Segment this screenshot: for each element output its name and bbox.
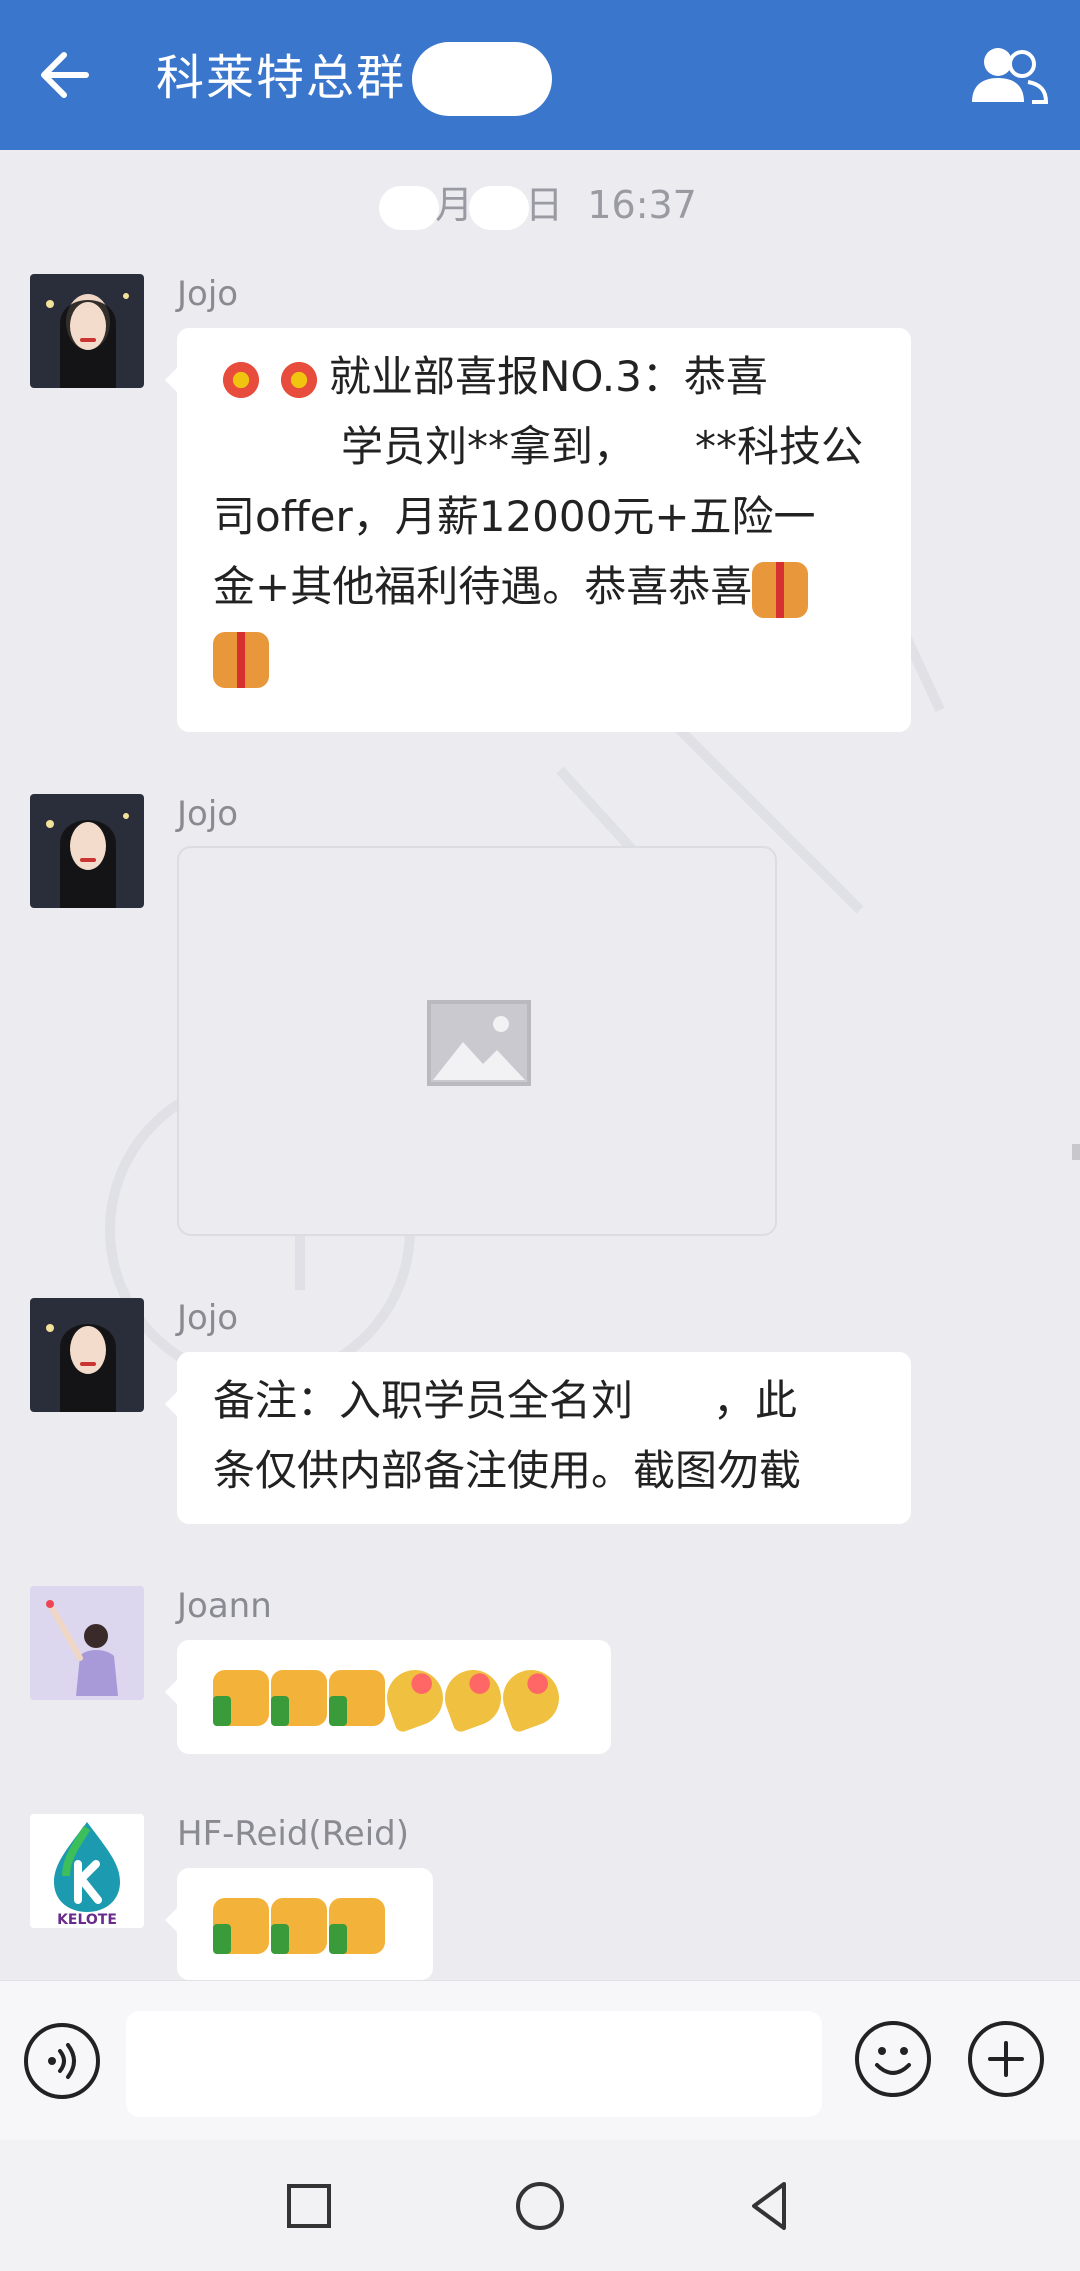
- message-input[interactable]: [126, 2011, 822, 2117]
- month-label: 月: [435, 183, 474, 227]
- firework-emoji: [271, 351, 327, 408]
- sender-name: Jojo: [177, 1298, 239, 1338]
- chat-header: 科莱特总群: [0, 0, 1080, 150]
- message-bubble[interactable]: [165, 1640, 611, 1754]
- gift-emoji: [752, 561, 809, 618]
- avatar[interactable]: [30, 1586, 144, 1700]
- thumbs-up-emoji: [329, 1669, 385, 1726]
- day-label: 日: [525, 183, 564, 227]
- redaction-blob: [469, 185, 530, 230]
- gift-emoji: [213, 631, 269, 688]
- smiley-icon[interactable]: [853, 2019, 933, 2099]
- thumbs-up-emoji: [213, 1669, 269, 1726]
- sender-name: HF-Reid(Reid): [177, 1814, 410, 1854]
- message-text: **科技公: [695, 422, 864, 471]
- sender-name: Joann: [177, 1586, 272, 1626]
- image-placeholder-icon: [427, 1000, 531, 1086]
- firework-emoji: [213, 351, 269, 408]
- square-icon[interactable]: [279, 2176, 339, 2236]
- party-popper-emoji: [437, 1661, 509, 1734]
- message-text: 学员刘**拿到，: [341, 422, 636, 471]
- plus-circle-icon[interactable]: [966, 2019, 1046, 2099]
- sender-name: Jojo: [177, 274, 239, 314]
- message-text: 就业部喜报NO.3：恭喜: [329, 352, 768, 401]
- time-label: 16:37: [587, 183, 697, 227]
- avatar[interactable]: [30, 1298, 144, 1412]
- group-members-icon[interactable]: [966, 44, 1050, 108]
- image-message[interactable]: [177, 846, 777, 1236]
- circle-icon[interactable]: [510, 2176, 570, 2236]
- chat-title: 科莱特总群: [156, 50, 407, 106]
- party-popper-emoji: [379, 1661, 451, 1734]
- message-text: 备注：入职学员全名刘: [213, 1376, 634, 1425]
- avatar[interactable]: [30, 794, 144, 908]
- message-bubble[interactable]: 就业部喜报NO.3：恭喜 学员刘**拿到， **科技公 司offer，月薪1200…: [165, 328, 911, 732]
- triangle-back-icon[interactable]: [740, 2176, 800, 2236]
- message-text: 司offer，月薪12000元+五险一: [213, 492, 816, 541]
- voice-icon[interactable]: [22, 2021, 102, 2101]
- input-bar: [0, 1980, 1080, 2140]
- party-popper-emoji: [495, 1661, 567, 1734]
- thumbs-up-emoji: [271, 1669, 327, 1726]
- redaction-blob: [412, 42, 552, 116]
- scroll-indicator[interactable]: [1072, 1144, 1080, 1160]
- avatar[interactable]: [30, 274, 144, 388]
- message-text: 条仅供内部备注使用。截图勿截: [213, 1446, 802, 1495]
- chat-message-list[interactable]: 月 日 16:37 Jojo 就业部喜报NO.3：恭喜 学员刘**拿到， **科技公…: [0, 150, 1080, 1980]
- avatar[interactable]: KELOTE: [30, 1814, 144, 1928]
- redaction-blob: [379, 185, 440, 230]
- message-timestamp: 月 日 16:37: [0, 174, 1080, 230]
- thumbs-up-emoji: [213, 1897, 269, 1954]
- message-bubble[interactable]: 备注：入职学员全名刘 ，此 条仅供内部备注使用。截图勿截: [165, 1352, 911, 1524]
- message-bubble[interactable]: [165, 1868, 433, 1980]
- system-navigation-bar: [0, 2140, 1080, 2271]
- thumbs-up-emoji: [271, 1897, 327, 1954]
- arrow-left-icon[interactable]: [30, 40, 100, 110]
- message-text: ，此: [713, 1376, 798, 1425]
- logo-text: KELOTE: [57, 1912, 117, 1928]
- sender-name: Jojo: [177, 794, 239, 834]
- thumbs-up-emoji: [329, 1897, 385, 1954]
- message-text: 金+其他福利待遇。恭喜恭喜: [213, 562, 753, 611]
